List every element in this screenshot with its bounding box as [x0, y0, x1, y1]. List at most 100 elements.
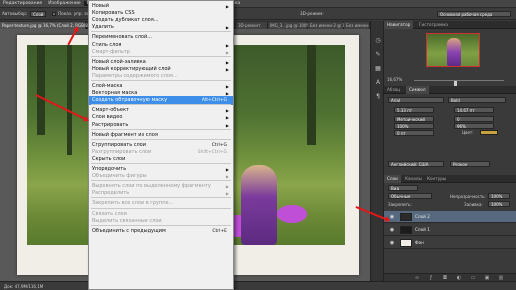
mode-3d-label: 3D-режим:	[300, 11, 324, 16]
menu-item-label: Слои видео	[92, 114, 123, 121]
font-size-field[interactable]: 5,33 пт	[394, 107, 434, 113]
layer-thumbnail	[400, 239, 412, 247]
tab-histogram[interactable]: Гистограмма	[416, 21, 451, 29]
menu-item-label: Векторная маска	[92, 90, 138, 97]
layer-row[interactable]: ◉ Слой 1	[384, 224, 516, 236]
menu-separator	[91, 207, 231, 209]
vertical-scale-field[interactable]: 100%	[394, 123, 434, 129]
menu-item-label: Новый корректирующий слой	[92, 65, 171, 72]
tab-paragraph[interactable]: Абзац	[384, 86, 403, 94]
menu-image[interactable]: Изображение	[45, 1, 83, 6]
tab-layers[interactable]: Слои	[384, 175, 401, 183]
photoshop-window: Редактирование Изображение Слои Выделени…	[0, 0, 516, 290]
workspace-select[interactable]: Основная рабочая среда	[437, 11, 511, 17]
tab-navigator[interactable]: Навигатор	[384, 21, 414, 29]
options-bar: Автовыбор: Слой Показ. упр. элем. 3D-реж…	[0, 9, 516, 20]
menu-separator	[91, 104, 231, 106]
baseline-shift-field[interactable]: 0 пт	[394, 130, 434, 136]
menu-separator	[91, 128, 231, 130]
layers-tabs: Слои Каналы Контуры	[384, 175, 516, 183]
link-icon[interactable]: ∞	[414, 275, 420, 281]
menu-item-label: Переименовать слой...	[92, 34, 152, 41]
text-color-swatch[interactable]	[480, 130, 498, 135]
doc-tab[interactable]: IMG_3...jpg @ 100% (RGB...	[268, 22, 326, 29]
menu-separator	[91, 31, 231, 33]
menu-item-label: Создать дубликат слоя...	[92, 17, 159, 24]
paragraph-icon[interactable]: ¶	[374, 93, 382, 101]
text-icon[interactable]: A	[374, 79, 382, 87]
history-icon[interactable]: ◷	[374, 37, 382, 45]
menu-item-label: Новый фрагмент из слоя	[92, 131, 158, 138]
layer-filter-select[interactable]: Вид	[388, 185, 418, 191]
antialias-select[interactable]: Резкое	[450, 161, 490, 167]
menu-separator	[91, 163, 231, 164]
eye-icon[interactable]: ◉	[388, 226, 396, 234]
opacity-label: Непрозрачность:	[450, 194, 486, 199]
brush-icon[interactable]: ✎	[374, 51, 382, 59]
font-family-select[interactable]: Arial	[388, 97, 444, 103]
tab-channels[interactable]: Каналы	[402, 175, 425, 183]
tab-character[interactable]: Символ	[406, 86, 429, 94]
menu-item-label: Объединить фигуры	[92, 173, 147, 180]
tracking-field[interactable]: 0	[454, 116, 494, 122]
font-style-select[interactable]: Bold	[448, 97, 506, 103]
folder-icon[interactable]: ▭	[470, 275, 476, 281]
opacity-field[interactable]: 100%	[488, 193, 510, 199]
menu-separator	[91, 138, 231, 140]
doc-size: Док: 47,9М/116,1М	[4, 284, 44, 289]
blend-mode-select[interactable]: Обычные	[388, 193, 432, 199]
menu-item-label: Новый	[92, 3, 109, 9]
layer-row[interactable]: ◉ Фон	[384, 237, 516, 249]
color-label: Цвет:	[462, 130, 474, 135]
kerning-field[interactable]: Метрический	[394, 116, 434, 122]
menu-separator	[91, 197, 231, 199]
tree-trunk	[37, 45, 45, 135]
auto-select-label: Автовыбор:	[2, 11, 28, 16]
doc-tab[interactable]: Без имени-...	[344, 22, 373, 29]
layers-footer: ∞ ƒ ◘ ◐ ▭ ▣ ▥	[384, 273, 516, 281]
adjustment-icon[interactable]: ◐	[456, 275, 462, 281]
eye-icon[interactable]: ◉	[388, 239, 396, 247]
mask-icon[interactable]: ◘	[442, 275, 448, 281]
layers-dropdown-menu: Новый ▶ Копировать CSS Создать дубликат сло…	[88, 0, 234, 290]
navigator-thumbnail[interactable]	[426, 33, 480, 67]
zoom-value[interactable]: 16,67%	[387, 77, 402, 82]
menu-item-label: Скрыть слои	[92, 155, 126, 162]
trash-icon[interactable]: ▥	[498, 275, 504, 281]
doc-tab[interactable]: Без имени-2 @ 100%...	[308, 22, 358, 29]
menu-item-label: Сгруппировать слои	[92, 141, 146, 148]
show-controls-checkbox[interactable]	[52, 12, 56, 16]
menu-item[interactable]: Объединить с предыдущим Ctrl+E	[89, 227, 233, 236]
auto-select-target[interactable]: Слой	[30, 11, 47, 17]
right-panel: Навигатор Гистограмма 16,67% Абзац Симво…	[384, 21, 516, 281]
menu-item-label: Выровнять слои по выделенному фрагменту	[92, 183, 211, 190]
menu-item-label: Копировать CSS	[92, 10, 135, 17]
fx-icon[interactable]: ƒ	[428, 275, 434, 281]
doc-tab[interactable]: 3D-ремонт	[236, 22, 268, 29]
language-select[interactable]: Английский: США	[388, 161, 444, 167]
tab-paths[interactable]: Контуры	[424, 175, 449, 183]
girl-figure	[241, 165, 277, 245]
layers-list: ◉ Слой 2 ◉ Слой 1 ◉ Фон	[384, 205, 516, 275]
layer-name: Фон	[415, 240, 424, 245]
menu-item-label: Связать слои	[92, 210, 127, 217]
menu-separator	[91, 80, 231, 81]
zoom-slider[interactable]	[414, 80, 504, 86]
menu-edit[interactable]: Редактирование	[0, 1, 45, 6]
layer-row[interactable]: ◉ Слой 2	[384, 211, 516, 223]
menu-item-label: Закрепить все слои в группе...	[92, 200, 174, 207]
new-layer-icon[interactable]: ▣	[484, 275, 490, 281]
horizontal-scale-field[interactable]: 96%	[454, 123, 494, 129]
flowers	[277, 205, 307, 223]
menu-item-shortcut: Ctrl+E	[212, 228, 227, 234]
leading-field[interactable]: 14,67 пт	[454, 107, 494, 113]
menu-item-label: Слой-маска	[92, 83, 123, 89]
menu-item-label: Распределить	[92, 190, 130, 197]
menu-item-label: Упорядочить	[92, 166, 127, 172]
panel-icon-strip: ◷ ✎ ▦ A ¶	[370, 21, 384, 281]
swatches-icon[interactable]: ▦	[374, 65, 382, 73]
menu-item-label: Удалить	[92, 24, 114, 31]
navigator-tabs: Навигатор Гистограмма	[384, 21, 516, 29]
menu-item-label: Создать обтравочную маску	[92, 97, 168, 104]
menubar: Редактирование Изображение Слои Выделени…	[0, 0, 516, 8]
